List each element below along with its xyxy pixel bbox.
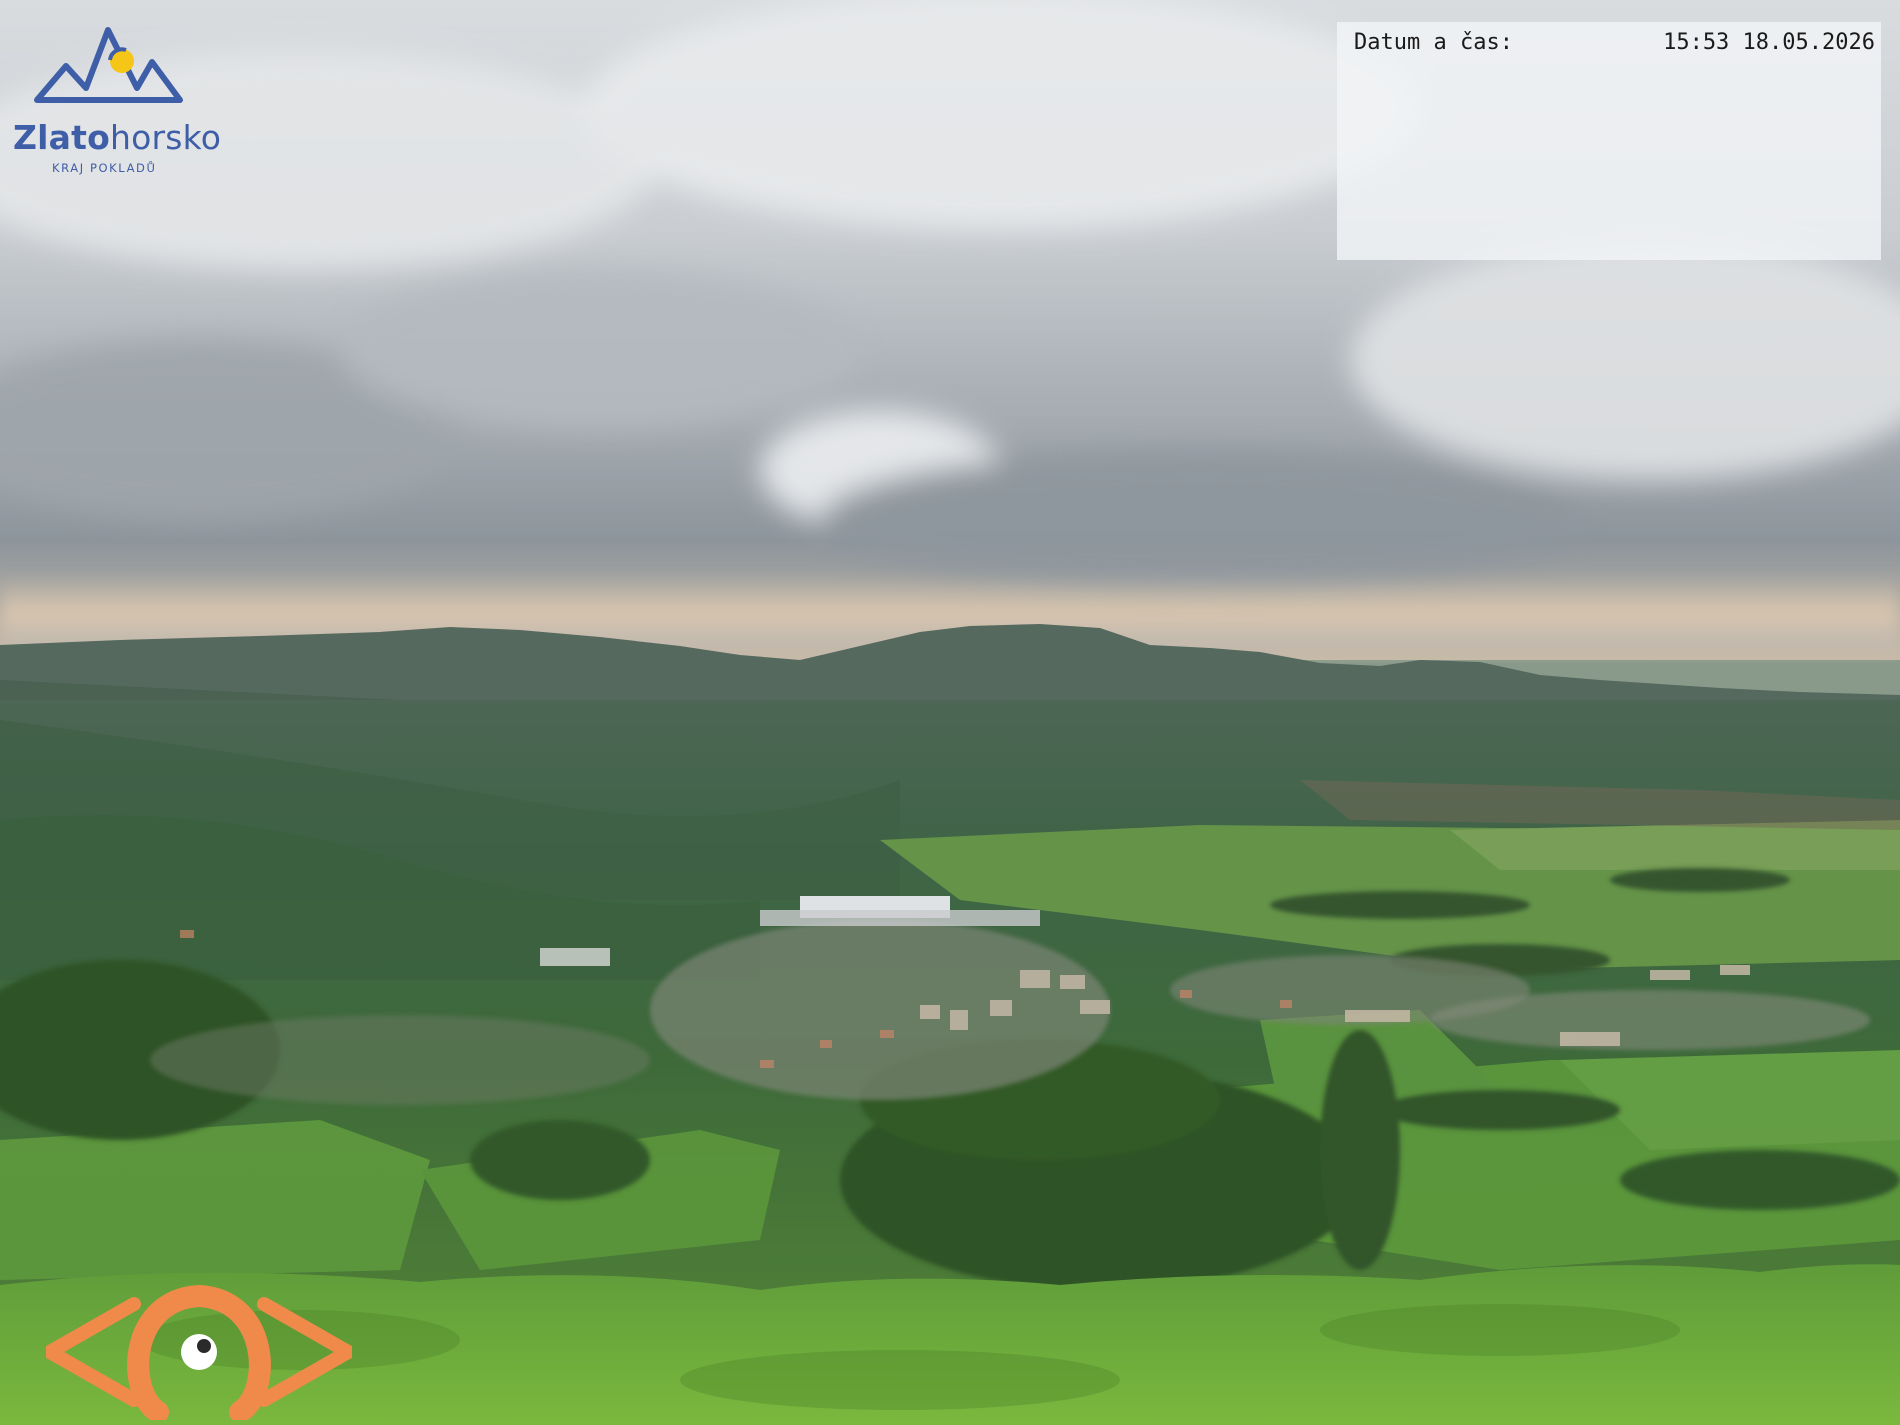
datetime-label: Datum a čas: (1354, 30, 1513, 55)
brand-tagline: KRAJ POKLADŮ (52, 161, 157, 175)
zlatohorsko-logo: Zlatohorsko KRAJ POKLADŮ (10, 22, 225, 182)
brand-name: Zlatohorsko (13, 118, 222, 157)
datetime-overlay: Datum a čas: 15:53 18.05.2026 (1337, 22, 1881, 260)
mountains-sun-icon (34, 27, 183, 103)
eye-logo-icon (46, 1284, 352, 1420)
datetime-value: 15:53 18.05.2026 (1663, 30, 1875, 55)
